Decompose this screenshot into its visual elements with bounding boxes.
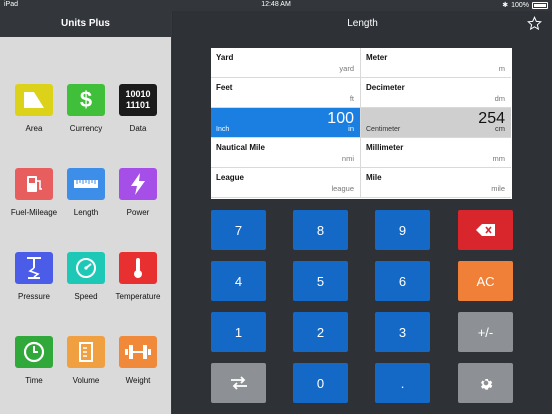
area-icon xyxy=(15,84,53,116)
category-pressure[interactable]: Pressure xyxy=(4,252,64,301)
backspace-button[interactable] xyxy=(458,210,513,250)
unit-cell-millimeter[interactable]: Millimeter mm xyxy=(361,138,511,168)
dollar-icon: $ xyxy=(67,84,105,116)
battery-icon xyxy=(532,1,548,9)
swap-arrows-icon xyxy=(230,376,247,390)
unit-row: Yard yard Meter m xyxy=(211,48,512,78)
lightning-icon xyxy=(119,168,157,200)
fuel-pump-icon xyxy=(15,168,53,200)
gear-icon xyxy=(480,379,492,390)
key-7[interactable]: 7 xyxy=(211,210,266,250)
clear-button[interactable]: AC xyxy=(458,261,513,301)
category-weight[interactable]: Weight xyxy=(108,336,168,385)
key-3[interactable]: 3 xyxy=(375,312,430,352)
beaker-icon xyxy=(67,336,105,368)
backspace-icon xyxy=(475,224,495,236)
settings-button[interactable] xyxy=(458,363,513,403)
unit-row: Feet ft Decimeter dm xyxy=(211,78,512,108)
unit-cell-yard[interactable]: Yard yard xyxy=(211,48,361,78)
category-sidebar: Units Plus Area $ Currency 10010 11101 D… xyxy=(0,11,172,414)
unit-cell-decimeter[interactable]: Decimeter dm xyxy=(361,78,511,108)
unit-row: Nautical Mile nmi Millimeter mm xyxy=(211,138,512,168)
unit-row-active: 100 Inch in 254 Centimeter cm xyxy=(211,108,512,138)
status-bar: iPad 12:48 AM ✱ 100% xyxy=(0,0,552,11)
category-volume[interactable]: Volume xyxy=(56,336,116,385)
clock-label: 12:48 AM xyxy=(261,1,291,8)
converter-panel: Length Yard yard Meter m Feet ft Decimet… xyxy=(173,11,552,414)
speedometer-icon xyxy=(67,252,105,284)
key-1[interactable]: 1 xyxy=(211,312,266,352)
sidebar-title: Units Plus xyxy=(0,11,171,37)
unit-cell-centimeter-output[interactable]: 254 Centimeter cm xyxy=(361,108,511,138)
favorite-star-icon[interactable] xyxy=(527,16,542,42)
key-5[interactable]: 5 xyxy=(293,261,348,301)
category-length[interactable]: Length xyxy=(56,168,116,217)
unit-cell-nautical-mile[interactable]: Nautical Mile nmi xyxy=(211,138,361,168)
unit-cell-inch-input[interactable]: 100 Inch in xyxy=(211,108,361,138)
key-4[interactable]: 4 xyxy=(211,261,266,301)
battery-label: 100% xyxy=(511,1,529,9)
category-time[interactable]: Time xyxy=(4,336,64,385)
category-area[interactable]: Area xyxy=(4,84,64,133)
clock-icon xyxy=(15,336,53,368)
bluetooth-icon: ✱ xyxy=(502,2,509,9)
category-temperature[interactable]: Temperature xyxy=(108,252,168,301)
unit-cell-league[interactable]: League league xyxy=(211,168,361,198)
category-speed[interactable]: Speed xyxy=(56,252,116,301)
swap-units-button[interactable] xyxy=(211,363,266,403)
pressure-icon xyxy=(15,252,53,284)
ruler-icon xyxy=(67,168,105,200)
unit-cell-feet[interactable]: Feet ft xyxy=(211,78,361,108)
dumbbell-icon xyxy=(119,336,157,368)
thermometer-icon xyxy=(119,252,157,284)
category-data[interactable]: 10010 11101 Data xyxy=(108,84,168,133)
page-title: Length xyxy=(347,18,378,29)
unit-cell-mile[interactable]: Mile mile xyxy=(361,168,511,198)
key-0[interactable]: 0 xyxy=(293,363,348,403)
unit-list: Yard yard Meter m Feet ft Decimeter dm 1… xyxy=(211,48,512,199)
category-currency[interactable]: $ Currency xyxy=(56,84,116,133)
unit-cell-meter[interactable]: Meter m xyxy=(361,48,511,78)
key-2[interactable]: 2 xyxy=(293,312,348,352)
key-8[interactable]: 8 xyxy=(293,210,348,250)
binary-icon: 10010 11101 xyxy=(119,84,157,116)
key-9[interactable]: 9 xyxy=(375,210,430,250)
unit-row: League league Mile mile xyxy=(211,168,512,198)
key-decimal[interactable]: . xyxy=(375,363,430,403)
category-power[interactable]: Power xyxy=(108,168,168,217)
sign-toggle-button[interactable]: +/- xyxy=(458,312,513,352)
category-fuel-mileage[interactable]: Fuel-Mileage xyxy=(4,168,64,217)
key-6[interactable]: 6 xyxy=(375,261,430,301)
